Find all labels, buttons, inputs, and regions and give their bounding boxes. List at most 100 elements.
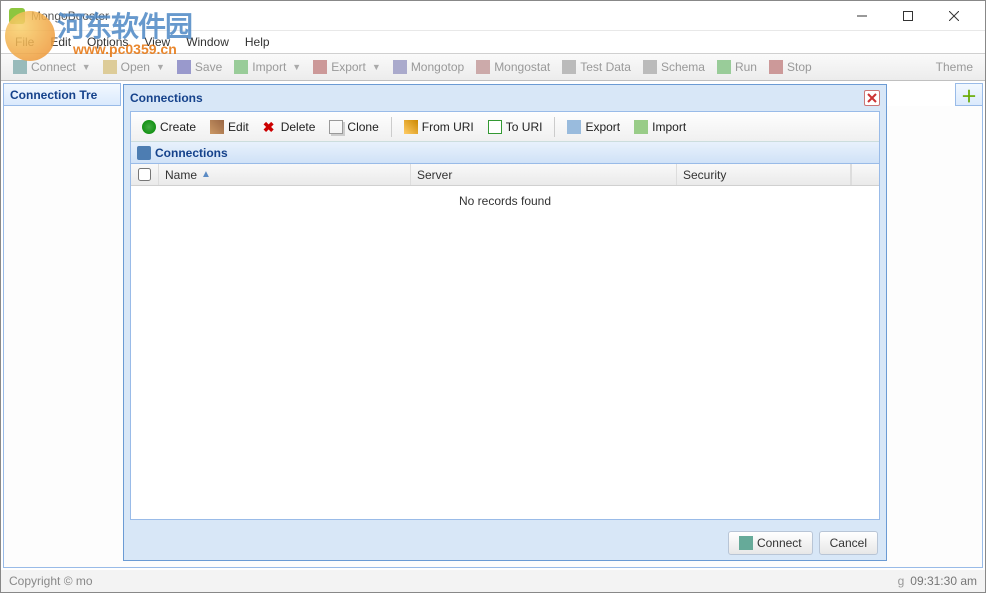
export-label: Export <box>585 120 620 134</box>
theme-tool-button[interactable]: Theme <box>930 58 979 76</box>
run-label: Run <box>735 60 757 74</box>
app-icon <box>9 8 25 24</box>
stop-icon <box>769 60 783 74</box>
connect-button[interactable]: Connect <box>728 531 813 555</box>
select-all-column[interactable] <box>131 164 159 185</box>
close-button[interactable] <box>931 1 977 31</box>
edit-button[interactable]: Edit <box>203 117 256 137</box>
table-header: Name▲ Server Security <box>131 164 879 186</box>
import-label: Import <box>252 60 286 74</box>
export-button[interactable]: Export <box>560 117 627 137</box>
delete-label: Delete <box>281 120 316 134</box>
create-label: Create <box>160 120 196 134</box>
testdata-label: Test Data <box>580 60 631 74</box>
delete-button[interactable]: ✖ Delete <box>256 117 323 137</box>
mongostat-label: Mongostat <box>494 60 550 74</box>
menubar: File Edit Options View Window Help <box>1 31 985 53</box>
open-tool-button[interactable]: Open ▼ <box>97 58 171 76</box>
import-icon <box>634 120 648 134</box>
server-header-label: Server <box>417 168 452 182</box>
from-uri-button[interactable]: From URI <box>397 117 481 137</box>
dialog-toolbar: Create Edit ✖ Delete Clone From URI To UR… <box>131 112 879 142</box>
sort-asc-icon: ▲ <box>201 169 211 180</box>
dialog-title: Connections <box>130 91 203 105</box>
cancel-button[interactable]: Cancel <box>819 531 878 555</box>
table-content: No records found <box>131 186 879 519</box>
server-column-header[interactable]: Server <box>411 164 677 185</box>
security-column-header[interactable]: Security <box>677 164 851 185</box>
db-icon <box>137 146 151 160</box>
export-icon <box>313 60 327 74</box>
window-buttons <box>839 1 977 31</box>
export-label: Export <box>331 60 366 74</box>
import-button[interactable]: Import <box>627 117 693 137</box>
delete-icon: ✖ <box>263 120 277 134</box>
mongotop-icon <box>393 60 407 74</box>
chevron-down-icon: ▼ <box>372 62 381 72</box>
schema-tool-button[interactable]: Schema <box>637 58 711 76</box>
name-column-header[interactable]: Name▲ <box>159 164 411 185</box>
dialog-close-button[interactable] <box>864 90 880 106</box>
dialog-titlebar: Connections <box>124 85 886 111</box>
statusbar: Copyright © mo g 09:31:30 am <box>1 570 985 592</box>
create-button[interactable]: Create <box>135 117 203 137</box>
folder-icon <box>103 60 117 74</box>
open-label: Open <box>121 60 150 74</box>
schema-label: Schema <box>661 60 705 74</box>
connect-button-label: Connect <box>757 536 802 550</box>
run-tool-button[interactable]: Run <box>711 58 763 76</box>
menu-view[interactable]: View <box>136 33 178 51</box>
toolbar-separator <box>391 117 392 137</box>
menu-window[interactable]: Window <box>178 33 237 51</box>
menu-file[interactable]: File <box>7 33 42 51</box>
menu-options[interactable]: Options <box>79 33 136 51</box>
chevron-down-icon: ▼ <box>156 62 165 72</box>
copyright-text: Copyright © mo <box>9 574 93 588</box>
edit-icon <box>210 120 224 134</box>
security-header-label: Security <box>683 168 726 182</box>
select-all-checkbox[interactable] <box>138 168 151 181</box>
connect-tool-button[interactable]: Connect▼ <box>7 58 97 76</box>
maximize-button[interactable] <box>885 1 931 31</box>
to-uri-icon <box>488 120 502 134</box>
empty-text: No records found <box>459 194 551 519</box>
export-tool-button[interactable]: Export ▼ <box>307 58 387 76</box>
export-icon <box>567 120 581 134</box>
clock-text: 09:31:30 am <box>910 574 977 588</box>
connections-dialog: Connections Create Edit ✖ Delete Clone Fr… <box>123 84 887 561</box>
mongostat-tool-button[interactable]: Mongostat <box>470 58 556 76</box>
chevron-down-icon: ▼ <box>292 62 301 72</box>
save-tool-button[interactable]: Save <box>171 58 228 76</box>
mongostat-icon <box>476 60 490 74</box>
import-tool-button[interactable]: Import ▼ <box>228 58 307 76</box>
menu-edit[interactable]: Edit <box>42 33 79 51</box>
menu-help[interactable]: Help <box>237 33 278 51</box>
add-icon <box>142 120 156 134</box>
mongotop-label: Mongotop <box>411 60 464 74</box>
clone-button[interactable]: Clone <box>322 117 385 137</box>
app-title: MongoBooster <box>31 9 839 23</box>
clone-icon <box>329 120 343 134</box>
testdata-tool-button[interactable]: Test Data <box>556 58 637 76</box>
to-uri-label: To URI <box>506 120 543 134</box>
chevron-down-icon: ▼ <box>82 62 91 72</box>
main-toolbar: Connect▼ Open ▼ Save Import ▼ Export ▼ Mong… <box>1 53 985 81</box>
add-tab-button[interactable]: ＋ <box>955 83 983 106</box>
connect-icon <box>739 536 753 550</box>
connection-tree-title: Connection Tre <box>10 88 97 102</box>
plus-icon: ＋ <box>961 83 977 107</box>
panel-title: Connections <box>155 146 228 160</box>
status-trail: g <box>898 574 905 588</box>
save-label: Save <box>195 60 222 74</box>
connection-tree-header: Connection Tre <box>3 83 121 106</box>
to-uri-button[interactable]: To URI <box>481 117 550 137</box>
minimize-button[interactable] <box>839 1 885 31</box>
schema-icon <box>643 60 657 74</box>
dialog-footer: Connect Cancel <box>124 526 886 560</box>
clone-label: Clone <box>347 120 378 134</box>
from-uri-icon <box>404 120 418 134</box>
stop-tool-button[interactable]: Stop <box>763 58 818 76</box>
mongotop-tool-button[interactable]: Mongotop <box>387 58 470 76</box>
save-icon <box>177 60 191 74</box>
connections-panel-header: Connections <box>131 142 879 164</box>
